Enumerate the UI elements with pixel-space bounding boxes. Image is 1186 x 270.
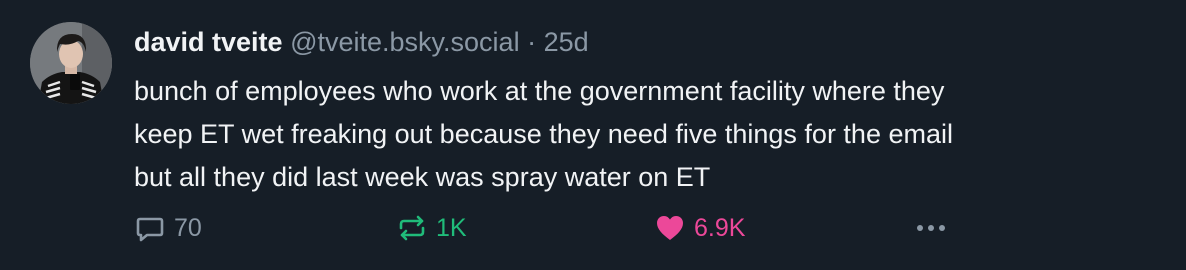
- author-handle[interactable]: @tveite.bsky.social: [290, 27, 520, 57]
- speech-bubble-icon: [134, 212, 166, 244]
- post-text: bunch of employees who work at the gover…: [134, 70, 1174, 199]
- post-text-line: but all they did last week was spray wat…: [134, 162, 711, 192]
- post-actions: 70 1K 6.9K: [134, 208, 1174, 248]
- repost-count: 1K: [436, 213, 467, 242]
- more-options-button[interactable]: [914, 208, 948, 248]
- like-button[interactable]: 6.9K: [654, 208, 745, 248]
- post-text-line: bunch of employees who work at the gover…: [134, 76, 945, 106]
- repost-button[interactable]: 1K: [396, 208, 467, 248]
- avatar[interactable]: [30, 22, 112, 104]
- repost-arrows-icon: [396, 212, 428, 244]
- post-card[interactable]: david tveite @tveite.bsky.social · 25d b…: [0, 0, 1186, 270]
- author-display-name[interactable]: david tveite: [134, 27, 283, 57]
- post-header: david tveite @tveite.bsky.social · 25d: [134, 24, 589, 60]
- header-separator: ·: [527, 27, 537, 57]
- like-count: 6.9K: [694, 213, 746, 242]
- reply-count: 70: [174, 213, 202, 242]
- heart-icon: [654, 212, 686, 244]
- post-text-line: keep ET wet freaking out because they ne…: [134, 119, 953, 149]
- ellipsis-icon: [914, 212, 948, 244]
- reply-button[interactable]: 70: [134, 208, 202, 248]
- post-timestamp[interactable]: 25d: [544, 27, 589, 57]
